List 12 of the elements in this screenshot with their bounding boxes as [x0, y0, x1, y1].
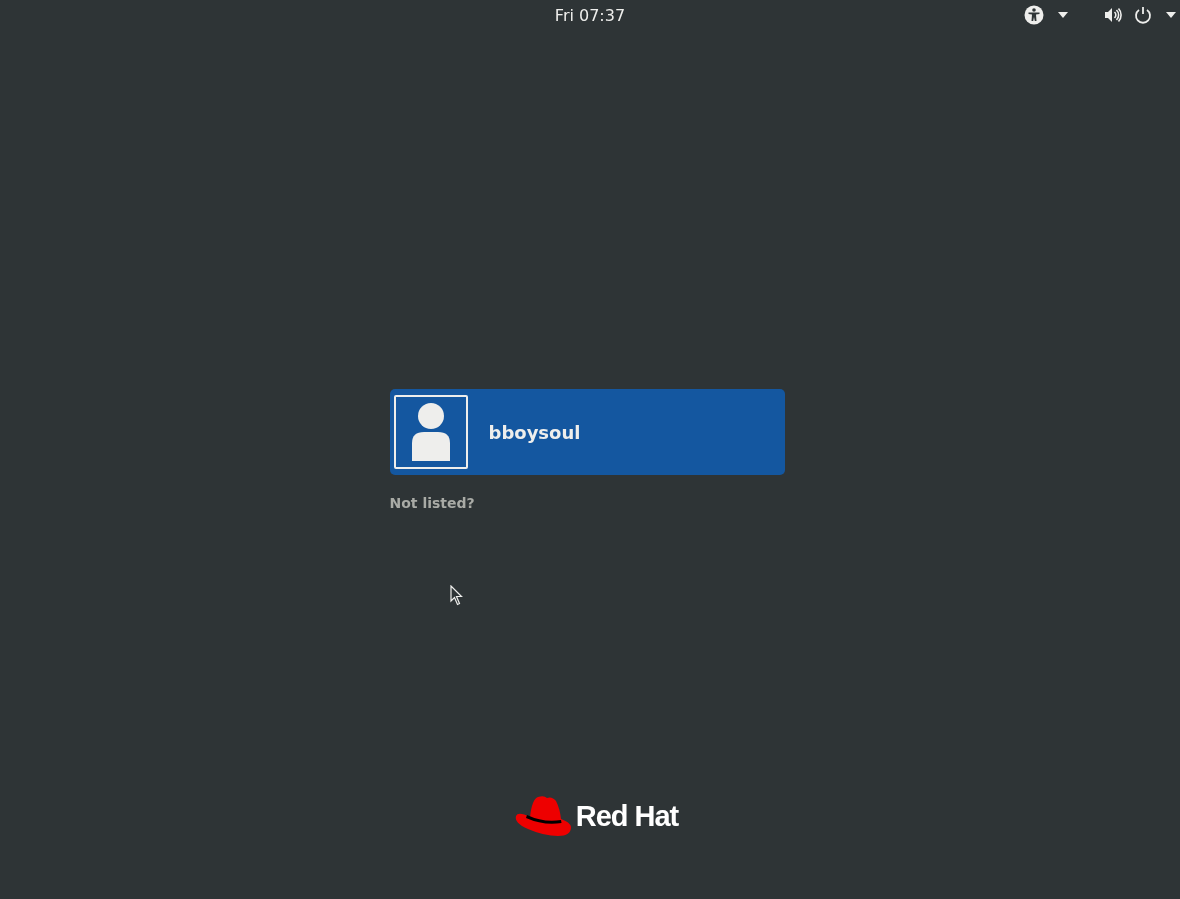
hat-logo-icon [513, 795, 572, 837]
caret-icon [1166, 12, 1176, 18]
user-list-item[interactable]: bboysoul [389, 389, 785, 475]
brand-name: Red Hat [575, 799, 679, 833]
power-icon [1134, 6, 1152, 24]
caret-icon [1058, 12, 1068, 18]
clock-label[interactable]: Fri 07:37 [554, 5, 626, 25]
mouse-pointer-icon [450, 585, 464, 606]
accessibility-icon [1024, 5, 1044, 25]
volume-icon [1104, 7, 1122, 23]
not-listed-link[interactable]: Not listed? [389, 495, 475, 511]
user-name: bboysoul [488, 421, 581, 443]
